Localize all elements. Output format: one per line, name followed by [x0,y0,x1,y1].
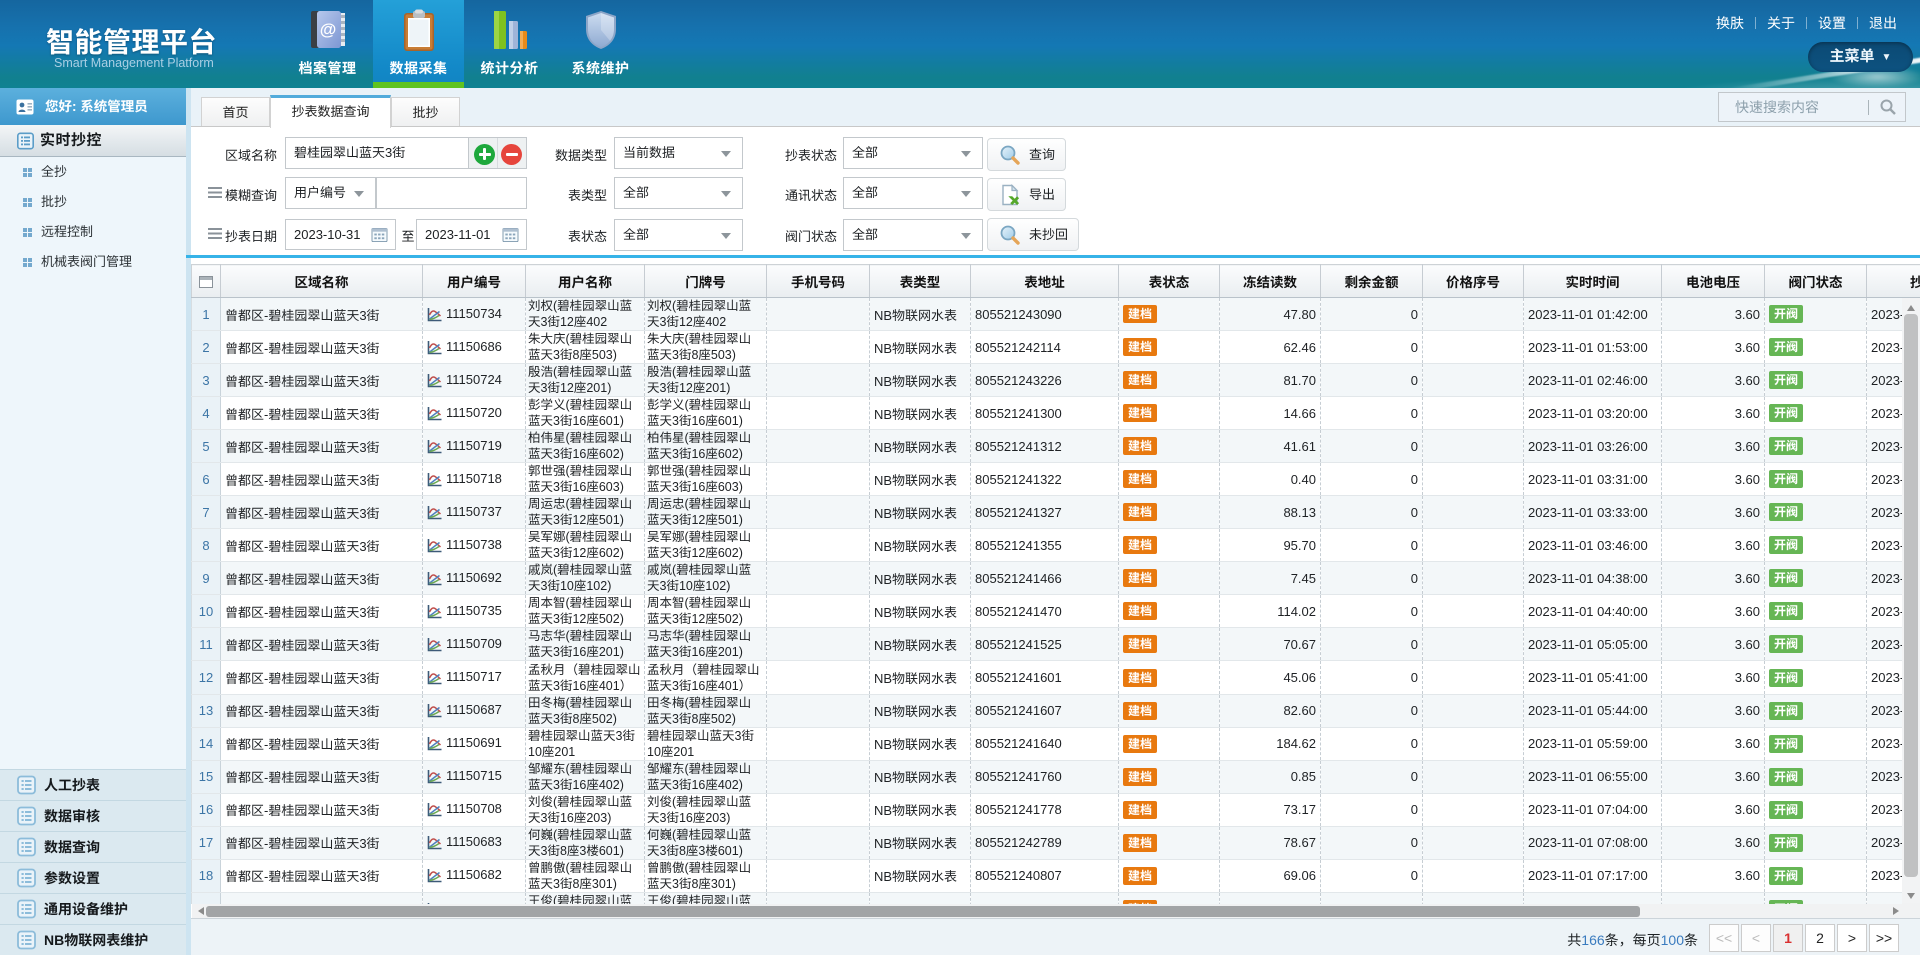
svg-text:@: @ [319,20,336,39]
